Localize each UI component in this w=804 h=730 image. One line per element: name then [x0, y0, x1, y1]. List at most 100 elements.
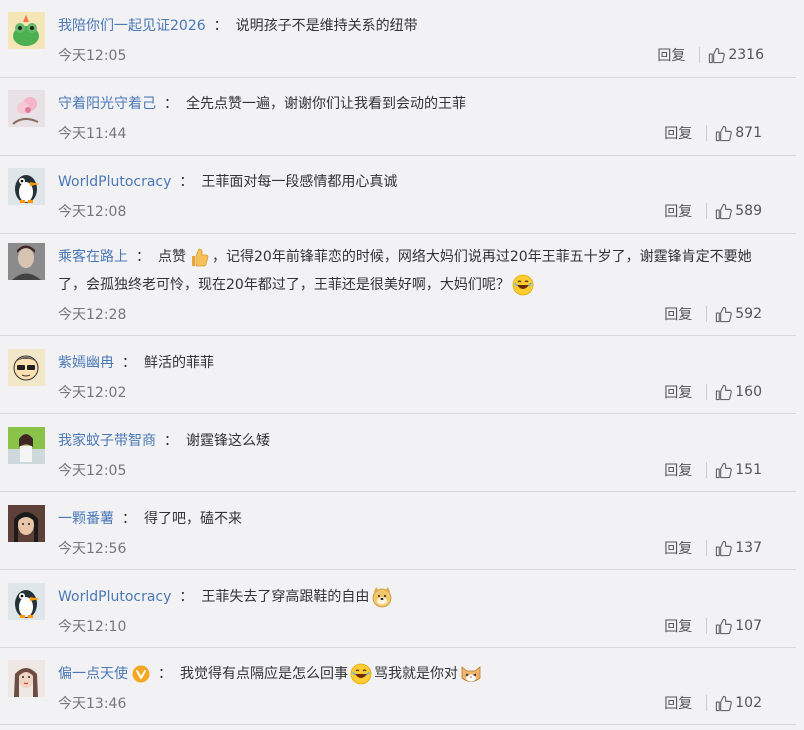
comment-body: 一颗番薯 ： 得了吧，磕不来 [58, 505, 772, 533]
like-button[interactable]: 871 [715, 125, 762, 142]
comment-actions: 回复 137 [664, 538, 762, 558]
like-button[interactable]: 102 [715, 695, 762, 712]
comment-actions: 回复 102 [664, 693, 762, 713]
reply-button[interactable]: 回复 [664, 123, 692, 143]
thumbs-up-icon [716, 618, 733, 634]
thumbs-up-icon [716, 203, 733, 219]
username-link[interactable]: 我陪你们一起见证2026 [58, 18, 206, 34]
thumbs-up-icon [716, 462, 733, 478]
separator: ： [179, 589, 194, 605]
separator: ： [213, 18, 228, 34]
comment-body: WorldPlutocracy ： 王菲面对每一段感情都用心真诚 [58, 168, 772, 196]
username-link[interactable]: 偏一点天使 [58, 666, 128, 682]
like-count: 137 [735, 540, 762, 556]
comment-actions: 回复 2316 [657, 45, 764, 65]
pink-flower-avatar[interactable] [8, 90, 45, 127]
timestamp: 今天12:02 [58, 385, 127, 401]
man-photo-avatar[interactable] [8, 243, 45, 280]
like-count: 151 [735, 462, 762, 478]
like-count: 107 [735, 618, 762, 634]
divider [699, 47, 701, 63]
username-link[interactable]: 乘客在路上 [58, 249, 128, 265]
separator: ： [179, 174, 194, 190]
like-count: 871 [735, 125, 762, 141]
like-button[interactable]: 592 [715, 306, 762, 323]
comment-text: 说明孩子不是维持关系的纽带 [235, 18, 418, 34]
reply-button[interactable]: 回复 [664, 304, 692, 324]
reply-button[interactable]: 回复 [664, 538, 692, 558]
reply-button[interactable]: 回复 [664, 382, 692, 402]
comment-text: 我觉得有点隔应是怎么回事 [180, 666, 348, 682]
comment-item: 我陪你们一起见证2026 ： 说明孩子不是维持关系的纽带 今天12:05 回复 23… [0, 12, 796, 78]
comment-actions: 回复 589 [664, 201, 762, 221]
timestamp: 今天12:08 [58, 204, 127, 220]
separator: ： [164, 96, 178, 112]
comment-text: 全先点赞一遍，谢谢你们让我看到会动的王菲 [186, 96, 466, 112]
like-count: 589 [735, 203, 762, 219]
username-link[interactable]: WorldPlutocracy [58, 174, 171, 190]
comment-item: 偏一点天使 ： 我觉得有点隔应是怎么回事 骂我就是你对 今天13:46 回复 102 [0, 660, 796, 725]
separator: ： [122, 355, 136, 371]
thumbs-up-icon [716, 695, 733, 711]
separator: ： [158, 666, 172, 682]
username-link[interactable]: 我家蚊子带智商 [58, 433, 156, 449]
laughing-emoji [512, 274, 534, 296]
divider [706, 125, 708, 141]
dark-hair-avatar[interactable] [8, 505, 45, 542]
comment-text-prefix: 点赞 [158, 249, 186, 265]
username-link[interactable]: 一颗番薯 [58, 511, 114, 527]
cat-emoji [461, 666, 481, 682]
username-link[interactable]: WorldPlutocracy [58, 589, 171, 605]
comment-item: WorldPlutocracy ： 王菲面对每一段感情都用心真诚 今天12:08 回… [0, 168, 796, 234]
like-count: 592 [735, 306, 762, 322]
comment-item: 紫嫣幽冉 ： 鲜活的菲菲 今天12:02 回复 160 [0, 349, 796, 414]
divider [706, 384, 708, 400]
divider [706, 540, 708, 556]
thumbs-up-icon [716, 125, 733, 141]
comment-item: WorldPlutocracy ： 王菲失去了穿高跟鞋的自由 今天12:10 回复 … [0, 583, 796, 648]
thumbs-up-icon [716, 540, 733, 556]
timestamp: 今天11:44 [58, 126, 127, 142]
timestamp: 今天12:56 [58, 541, 127, 557]
separator: ： [122, 511, 136, 527]
thumbs-up-icon [716, 384, 733, 400]
like-count: 160 [735, 384, 762, 400]
reply-button[interactable]: 回复 [664, 201, 692, 221]
comment-actions: 回复 592 [664, 304, 762, 324]
comment-item: 守着阳光守着己 ： 全先点赞一遍，谢谢你们让我看到会动的王菲 今天11:44 回复 … [0, 90, 796, 156]
girl-portrait-avatar[interactable] [8, 660, 45, 697]
divider [706, 695, 708, 711]
like-count: 2316 [728, 47, 764, 63]
reply-button[interactable]: 回复 [664, 460, 692, 480]
green-frog-avatar[interactable] [8, 12, 45, 49]
comment-item: 我家蚊子带智商 ： 谢霆锋这么矮 今天12:05 回复 151 [0, 427, 796, 492]
reply-button[interactable]: 回复 [657, 45, 685, 65]
reply-button[interactable]: 回复 [664, 693, 692, 713]
comment-item: 一颗番薯 ： 得了吧，磕不来 今天12:56 回复 137 [0, 505, 796, 570]
reply-button[interactable]: 回复 [664, 616, 692, 636]
comment-actions: 回复 151 [664, 460, 762, 480]
timestamp: 今天12:05 [58, 463, 127, 479]
username-link[interactable]: 守着阳光守着己 [58, 96, 156, 112]
doge-emoji [373, 587, 392, 608]
like-button[interactable]: 137 [715, 540, 762, 557]
divider [706, 203, 708, 219]
penguin-avatar[interactable] [8, 168, 45, 205]
divider [706, 306, 708, 322]
like-button[interactable]: 160 [715, 384, 762, 401]
comment-text-suffix: 骂我就是你对 [374, 666, 458, 682]
girl-outdoor-avatar[interactable] [8, 427, 45, 464]
timestamp: 今天13:46 [58, 696, 127, 712]
thumbs-up-emoji [192, 248, 209, 267]
timestamp: 今天12:10 [58, 619, 127, 635]
comment-actions: 回复 871 [664, 123, 762, 143]
like-button[interactable]: 107 [715, 618, 762, 635]
cartoon-sunglasses-avatar[interactable] [8, 349, 45, 386]
like-button[interactable]: 2316 [708, 47, 764, 64]
like-button[interactable]: 589 [715, 203, 762, 220]
username-link[interactable]: 紫嫣幽冉 [58, 355, 114, 371]
comment-body: 我家蚊子带智商 ： 谢霆锋这么矮 [58, 427, 772, 455]
penguin-avatar[interactable] [8, 583, 45, 620]
timestamp: 今天12:05 [58, 48, 127, 64]
like-button[interactable]: 151 [715, 462, 762, 479]
